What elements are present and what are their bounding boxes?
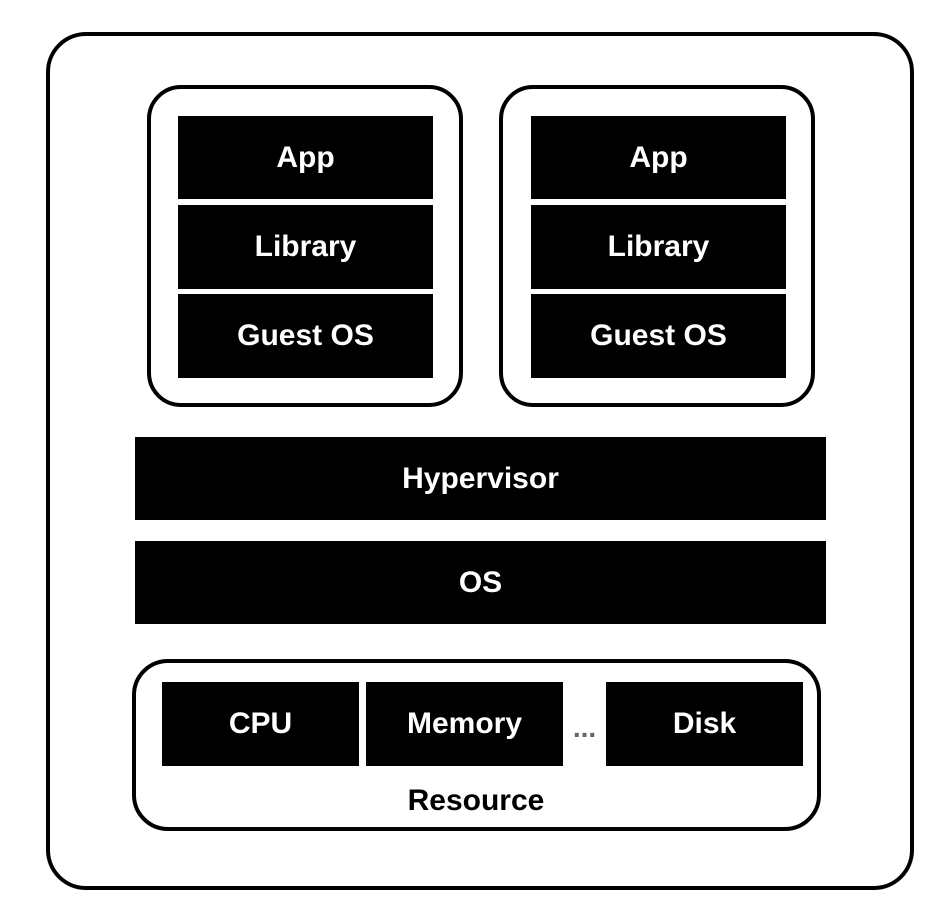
vm-2-library: Library <box>531 205 786 289</box>
vm-1-library: Library <box>178 205 433 289</box>
resource-memory: Memory <box>366 682 563 766</box>
resource-label: Resource <box>407 784 545 817</box>
hypervisor-layer: Hypervisor <box>135 437 826 520</box>
resource-disk: Disk <box>606 682 803 766</box>
os-layer: OS <box>135 541 826 624</box>
vm-2-guest-os: Guest OS <box>531 294 786 378</box>
vm-1-app: App <box>178 116 433 199</box>
vm-2-app: App <box>531 116 786 199</box>
resource-ellipsis: ... <box>572 712 597 743</box>
resource-cpu: CPU <box>162 682 359 766</box>
vm-1-guest-os: Guest OS <box>178 294 433 378</box>
